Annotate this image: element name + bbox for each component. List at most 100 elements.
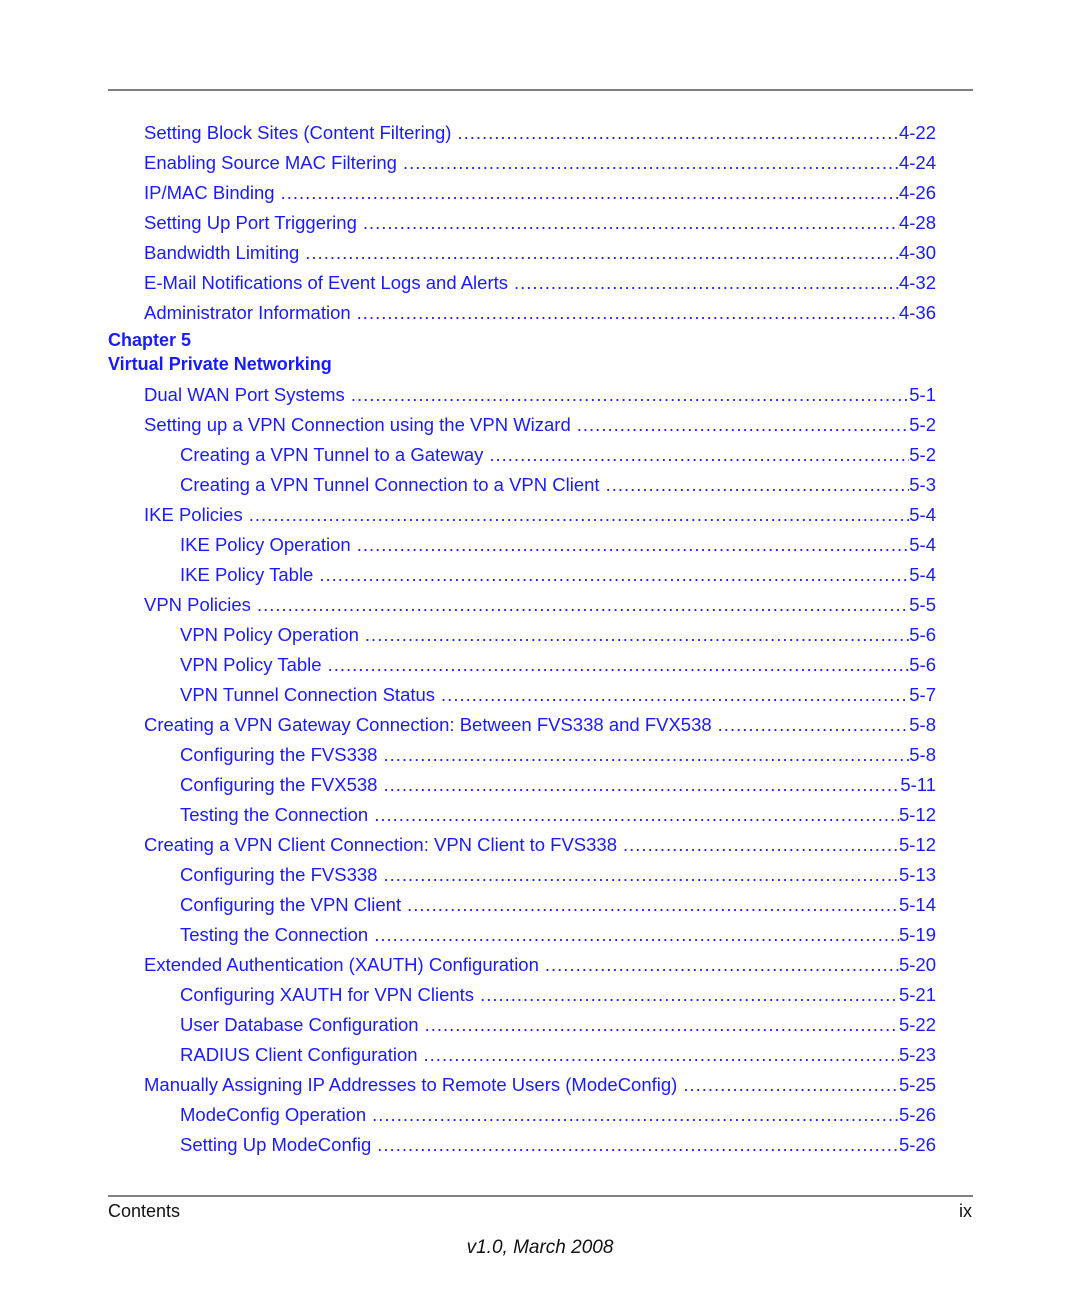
toc-entry-title[interactable]: Testing the Connection: [180, 924, 375, 946]
toc-entry-page[interactable]: 5-26: [899, 1134, 936, 1156]
toc-entry-title[interactable]: Administrator Information: [144, 302, 357, 324]
toc-entry-title[interactable]: VPN Policies: [144, 594, 257, 616]
toc-entry[interactable]: Setting Up Port Triggering 4-28: [108, 208, 936, 238]
toc-entry-page[interactable]: 5-4: [909, 504, 936, 526]
toc-entry-title[interactable]: ModeConfig Operation: [180, 1104, 373, 1126]
toc-entry[interactable]: IP/MAC Binding 4-26: [108, 178, 936, 208]
toc-entry-page[interactable]: 5-8: [909, 744, 936, 766]
toc-entry[interactable]: E-Mail Notifications of Event Logs and A…: [108, 268, 936, 298]
toc-entry[interactable]: ModeConfig Operation 5-26: [108, 1100, 936, 1130]
toc-entry-title[interactable]: Setting Up Port Triggering: [144, 212, 363, 234]
toc-entry-page[interactable]: 5-25: [899, 1074, 936, 1096]
toc-entry[interactable]: VPN Policy Operation 5-6: [108, 620, 936, 650]
toc-entry-page[interactable]: 5-1: [909, 384, 936, 406]
toc-entry-title[interactable]: IKE Policies: [144, 504, 249, 526]
toc-entry-title[interactable]: E-Mail Notifications of Event Logs and A…: [144, 272, 515, 294]
toc-entry-page[interactable]: 5-20: [899, 954, 936, 976]
toc-entry[interactable]: Bandwidth Limiting 4-30: [108, 238, 936, 268]
toc-entry[interactable]: User Database Configuration 5-22: [108, 1010, 936, 1040]
toc-entry-title[interactable]: Setting Up ModeConfig: [180, 1134, 378, 1156]
toc-entry-page[interactable]: 5-12: [899, 804, 936, 826]
toc-entry[interactable]: IKE Policy Operation 5-4: [108, 530, 936, 560]
toc-entry[interactable]: Creating a VPN Tunnel Connection to a VP…: [108, 470, 936, 500]
toc-entry[interactable]: IKE Policies 5-4: [108, 500, 936, 530]
toc-entry-page[interactable]: 4-36: [899, 302, 936, 324]
toc-entry-title[interactable]: VPN Tunnel Connection Status: [180, 684, 442, 706]
toc-entry-title[interactable]: Creating a VPN Client Connection: VPN Cl…: [144, 834, 624, 856]
toc-entry-title[interactable]: Setting Block Sites (Content Filtering): [144, 122, 458, 144]
toc-entry[interactable]: VPN Policies 5-5: [108, 590, 936, 620]
toc-entry-page[interactable]: 4-26: [899, 182, 936, 204]
toc-entry-title[interactable]: Bandwidth Limiting: [144, 242, 306, 264]
toc-entry-title[interactable]: Configuring the VPN Client: [180, 894, 408, 916]
toc-entry[interactable]: Enabling Source MAC Filtering 4-24: [108, 148, 936, 178]
toc-entry[interactable]: Testing the Connection 5-19: [108, 920, 936, 950]
toc-entry-page[interactable]: 4-32: [899, 272, 936, 294]
toc-entry-page[interactable]: 5-6: [909, 624, 936, 646]
toc-entry-page[interactable]: 5-6: [909, 654, 936, 676]
toc-entry[interactable]: Configuring the FVS338 5-13: [108, 860, 936, 890]
toc-entry-page[interactable]: 5-23: [899, 1044, 936, 1066]
toc-entry[interactable]: Configuring the VPN Client 5-14: [108, 890, 936, 920]
toc-entry-title[interactable]: VPN Policy Table: [180, 654, 328, 676]
toc-entry-page[interactable]: 5-3: [909, 474, 936, 496]
toc-entry[interactable]: Manually Assigning IP Addresses to Remot…: [108, 1070, 936, 1100]
toc-entry[interactable]: Configuring XAUTH for VPN Clients 5-21: [108, 980, 936, 1010]
toc-entry-title[interactable]: Enabling Source MAC Filtering: [144, 152, 403, 174]
chapter-label[interactable]: Chapter 5: [108, 328, 936, 352]
toc-entry-title[interactable]: IKE Policy Operation: [180, 534, 357, 556]
toc-entry-page[interactable]: 5-12: [899, 834, 936, 856]
toc-entry[interactable]: Creating a VPN Gateway Connection: Betwe…: [108, 710, 936, 740]
toc-entry-page[interactable]: 4-30: [899, 242, 936, 264]
toc-entry-title[interactable]: Configuring XAUTH for VPN Clients: [180, 984, 481, 1006]
toc-entry[interactable]: Configuring the FVX538 5-11: [108, 770, 936, 800]
toc-entry-page[interactable]: 5-19: [899, 924, 936, 946]
toc-entry-page[interactable]: 5-14: [899, 894, 936, 916]
toc-entry-title[interactable]: Dual WAN Port Systems: [144, 384, 351, 406]
toc-entry[interactable]: Administrator Information 4-36: [108, 298, 936, 328]
toc-entry[interactable]: Setting Block Sites (Content Filtering) 4…: [108, 118, 936, 148]
toc-entry-title[interactable]: Extended Authentication (XAUTH) Configur…: [144, 954, 545, 976]
toc-entry-title[interactable]: IKE Policy Table: [180, 564, 320, 586]
toc-entry[interactable]: Configuring the FVS338 5-8: [108, 740, 936, 770]
toc-entry-page[interactable]: 5-7: [909, 684, 936, 706]
toc-entry-page[interactable]: 4-22: [899, 122, 936, 144]
toc-entry[interactable]: Testing the Connection 5-12: [108, 800, 936, 830]
toc-entry-page[interactable]: 4-28: [899, 212, 936, 234]
toc-entry-page[interactable]: 5-22: [899, 1014, 936, 1036]
toc-entry-title[interactable]: Creating a VPN Tunnel Connection to a VP…: [180, 474, 606, 496]
toc-entry-page[interactable]: 5-21: [899, 984, 936, 1006]
toc-entry[interactable]: Creating a VPN Client Connection: VPN Cl…: [108, 830, 936, 860]
toc-entry[interactable]: Extended Authentication (XAUTH) Configur…: [108, 950, 936, 980]
toc-entry[interactable]: Setting Up ModeConfig 5-26: [108, 1130, 936, 1160]
chapter-title[interactable]: Virtual Private Networking: [108, 352, 936, 376]
toc-entry-page[interactable]: 5-13: [899, 864, 936, 886]
toc-entry-page[interactable]: 5-2: [909, 414, 936, 436]
toc-entry[interactable]: VPN Policy Table 5-6: [108, 650, 936, 680]
toc-entry-page[interactable]: 5-4: [909, 564, 936, 586]
toc-entry-page[interactable]: 5-2: [909, 444, 936, 466]
toc-entry-title[interactable]: Setting up a VPN Connection using the VP…: [144, 414, 577, 436]
toc-entry-title[interactable]: Manually Assigning IP Addresses to Remot…: [144, 1074, 684, 1096]
toc-entry[interactable]: Dual WAN Port Systems 5-1: [108, 380, 936, 410]
toc-entry-title[interactable]: User Database Configuration: [180, 1014, 425, 1036]
toc-entry-page[interactable]: 5-11: [900, 774, 936, 796]
toc-entry-title[interactable]: Creating a VPN Gateway Connection: Betwe…: [144, 714, 718, 736]
toc-entry-page[interactable]: 5-26: [899, 1104, 936, 1126]
chapter-heading[interactable]: Chapter 5 Virtual Private Networking: [108, 328, 936, 376]
toc-entry-page[interactable]: 5-5: [909, 594, 936, 616]
toc-entry-title[interactable]: Creating a VPN Tunnel to a Gateway: [180, 444, 490, 466]
toc-entry-title[interactable]: IP/MAC Binding: [144, 182, 281, 204]
toc-entry-title[interactable]: Configuring the FVX538: [180, 774, 384, 796]
toc-entry-title[interactable]: Configuring the FVS338: [180, 864, 384, 886]
toc-entry-title[interactable]: RADIUS Client Configuration: [180, 1044, 424, 1066]
toc-entry[interactable]: RADIUS Client Configuration 5-23: [108, 1040, 936, 1070]
toc-entry-page[interactable]: 5-8: [909, 714, 936, 736]
toc-entry[interactable]: IKE Policy Table 5-4: [108, 560, 936, 590]
toc-entry-title[interactable]: VPN Policy Operation: [180, 624, 365, 646]
toc-entry[interactable]: VPN Tunnel Connection Status 5-7: [108, 680, 936, 710]
toc-entry-title[interactable]: Configuring the FVS338: [180, 744, 384, 766]
toc-entry-title[interactable]: Testing the Connection: [180, 804, 375, 826]
toc-entry-page[interactable]: 4-24: [899, 152, 936, 174]
toc-entry[interactable]: Setting up a VPN Connection using the VP…: [108, 410, 936, 440]
